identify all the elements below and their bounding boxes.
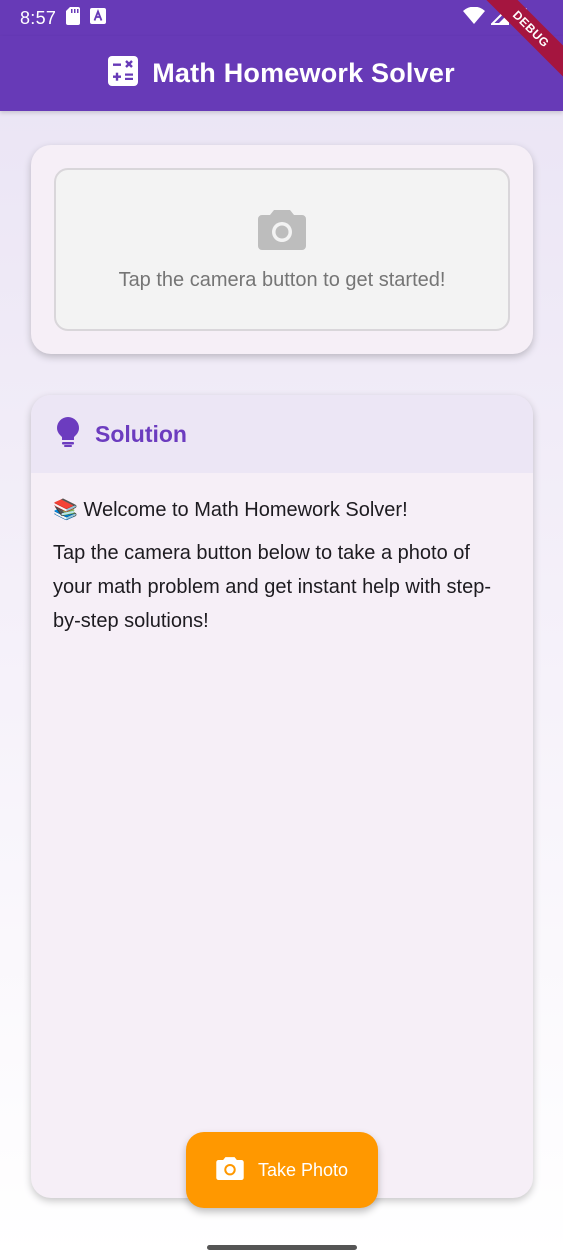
status-bar: 8:57 xyxy=(0,0,563,36)
take-photo-button[interactable]: Take Photo xyxy=(186,1132,378,1208)
app-title: Math Homework Solver xyxy=(152,58,455,88)
status-time: 8:57 xyxy=(20,7,57,28)
camera-icon xyxy=(258,208,306,255)
solution-title: Solution xyxy=(95,420,187,447)
sd-card-icon xyxy=(66,6,81,30)
wifi-icon xyxy=(463,6,485,30)
solution-body: 📚 Welcome to Math Homework Solver! Tap t… xyxy=(31,473,533,638)
gesture-nav-handle[interactable] xyxy=(207,1245,357,1250)
calculator-icon xyxy=(108,56,139,91)
lightbulb-icon xyxy=(57,416,79,452)
app-bar: Math Homework Solver xyxy=(0,36,563,111)
instructions-text: Tap the camera button below to take a ph… xyxy=(53,542,492,632)
camera-hint-text: Tap the camera button to get started! xyxy=(118,268,446,291)
solution-header: Solution xyxy=(31,395,533,473)
camera-icon xyxy=(216,1156,244,1185)
image-card: Tap the camera button to get started! xyxy=(31,145,533,354)
image-placeholder[interactable]: Tap the camera button to get started! xyxy=(54,168,510,331)
solution-card: Solution 📚 Welcome to Math Homework Solv… xyxy=(31,395,533,1198)
take-photo-label: Take Photo xyxy=(257,1159,349,1180)
text-a-icon xyxy=(90,7,107,29)
welcome-text: 📚 Welcome to Math Homework Solver! xyxy=(53,499,408,521)
